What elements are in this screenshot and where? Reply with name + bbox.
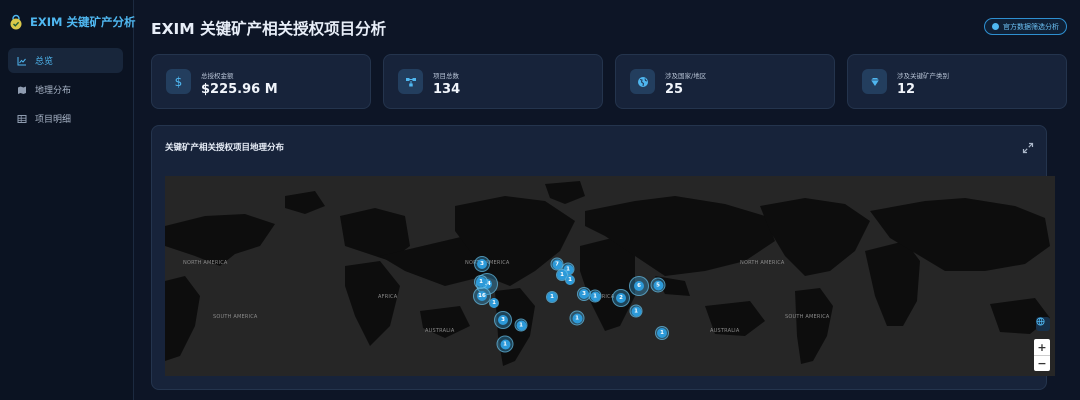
cluster-marker[interactable]: 1 [514, 318, 528, 332]
cluster-count: 1 [566, 275, 574, 285]
cluster-marker[interactable]: 3 [494, 311, 512, 329]
world-landmass [165, 181, 1050, 366]
globe-toggle-button[interactable] [1036, 317, 1050, 331]
cluster-marker[interactable]: 1 [546, 291, 558, 303]
stat-label: 涉及关键矿产类别 [897, 72, 949, 80]
cluster-marker[interactable]: 1 [565, 275, 575, 285]
cluster-count: 1 [476, 277, 486, 287]
cluster-count: 1 [516, 320, 526, 330]
stat-label: 项目总数 [433, 72, 459, 80]
globe-icon [630, 69, 655, 94]
cluster-count: 1 [547, 292, 557, 302]
stat-label: 涉及国家/地区 [665, 72, 707, 80]
stat-card-minerals: 涉及关键矿产类别 12 [847, 54, 1067, 109]
map-label: NORTH AMERICA [183, 260, 228, 266]
cluster-marker[interactable]: 1 [655, 326, 669, 340]
cluster-count: 1 [657, 328, 667, 338]
sidebar-item-geo[interactable]: 地理分布 [8, 77, 123, 102]
main-content: EXIM 关键矿产相关授权项目分析 官方数据筛选分析 $ 总授权金额 $225.… [135, 0, 1080, 400]
page-title: EXIM 关键矿产相关授权项目分析 [151, 20, 387, 38]
map-icon [17, 85, 27, 95]
stat-label: 总授权金额 [201, 72, 234, 80]
stat-value: 12 [897, 82, 916, 97]
map-label: AUSTRALIA [710, 328, 740, 334]
map-label: AUSTRALIA [425, 328, 455, 334]
map-label: NORTH AMERICA [740, 260, 785, 266]
cluster-count: 7 [552, 259, 562, 269]
cluster-marker[interactable]: 1 [588, 289, 602, 303]
map-panel: 关键矿产相关授权项目地理分布 NORTH AMERICA SOUTH AMERI… [151, 125, 1055, 390]
sidebar-item-overview[interactable]: 总览 [8, 48, 123, 73]
globe-icon [1036, 317, 1045, 326]
sidebar: EXIM 关键矿产分析 总览 地理分布 项目明细 [0, 0, 136, 400]
cluster-marker[interactable]: 1 [569, 310, 585, 326]
expand-icon[interactable] [1022, 139, 1034, 154]
brand-title: EXIM 关键矿产分析 [30, 15, 136, 29]
cluster-count: 1 [590, 291, 600, 301]
dollar-icon: $ [166, 69, 191, 94]
network-icon [398, 69, 423, 94]
cluster-count: 3 [477, 259, 487, 269]
map-label: AFRICA [378, 294, 398, 300]
cluster-count: 5 [653, 280, 663, 290]
sidebar-item-details[interactable]: 项目明细 [8, 106, 123, 131]
zoom-out-button[interactable]: − [1034, 355, 1050, 371]
cluster-count: 1 [490, 298, 498, 308]
official-data-label: 官方数据筛选分析 [1003, 22, 1059, 31]
cluster-count: 3 [579, 289, 589, 299]
stat-card-projects: 项目总数 134 [383, 54, 603, 109]
sidebar-item-label: 总览 [35, 57, 54, 67]
cluster-count: 6 [634, 281, 644, 291]
shield-check-icon [8, 14, 24, 30]
stat-card-amount: $ 总授权金额 $225.96 M [151, 54, 371, 109]
cluster-marker[interactable]: 1 [496, 335, 514, 353]
cluster-marker[interactable]: 5 [650, 277, 666, 293]
stat-value: $225.96 M [201, 82, 278, 97]
info-icon [992, 23, 999, 30]
sidebar-nav: 总览 地理分布 项目明细 [0, 48, 133, 131]
cluster-count: 1 [631, 306, 641, 316]
cluster-marker[interactable]: 2 [612, 289, 630, 307]
cluster-marker[interactable]: 6 [629, 276, 649, 296]
zoom-in-button[interactable]: + [1034, 339, 1050, 355]
cluster-marker[interactable]: 1 [629, 304, 643, 318]
zoom-control: + − [1034, 339, 1050, 371]
gem-icon [862, 69, 887, 94]
official-data-button[interactable]: 官方数据筛选分析 [984, 18, 1067, 35]
stat-value: 25 [665, 82, 684, 97]
table-icon [17, 114, 27, 124]
world-map[interactable]: NORTH AMERICA SOUTH AMERICA AFRICA AUSTR… [165, 176, 1055, 376]
brand[interactable]: EXIM 关键矿产分析 [0, 0, 136, 30]
stat-value: 134 [433, 82, 461, 97]
cluster-marker[interactable]: 1 [474, 275, 488, 289]
map-title: 关键矿产相关授权项目地理分布 [165, 143, 285, 153]
map-label: SOUTH AMERICA [785, 314, 830, 320]
cluster-count: 3 [498, 315, 508, 325]
cluster-count: 1 [500, 339, 510, 349]
sidebar-item-label: 地理分布 [35, 86, 72, 96]
sidebar-item-label: 项目明细 [35, 115, 72, 125]
cluster-count: 2 [616, 293, 626, 303]
stat-card-countries: 涉及国家/地区 25 [615, 54, 835, 109]
map-label: SOUTH AMERICA [213, 314, 258, 320]
cluster-count: 1 [572, 313, 582, 323]
cluster-marker[interactable]: 1 [489, 298, 499, 308]
cluster-count: 16 [477, 291, 487, 301]
line-chart-icon [17, 56, 27, 66]
cluster-marker[interactable]: 3 [474, 256, 490, 272]
